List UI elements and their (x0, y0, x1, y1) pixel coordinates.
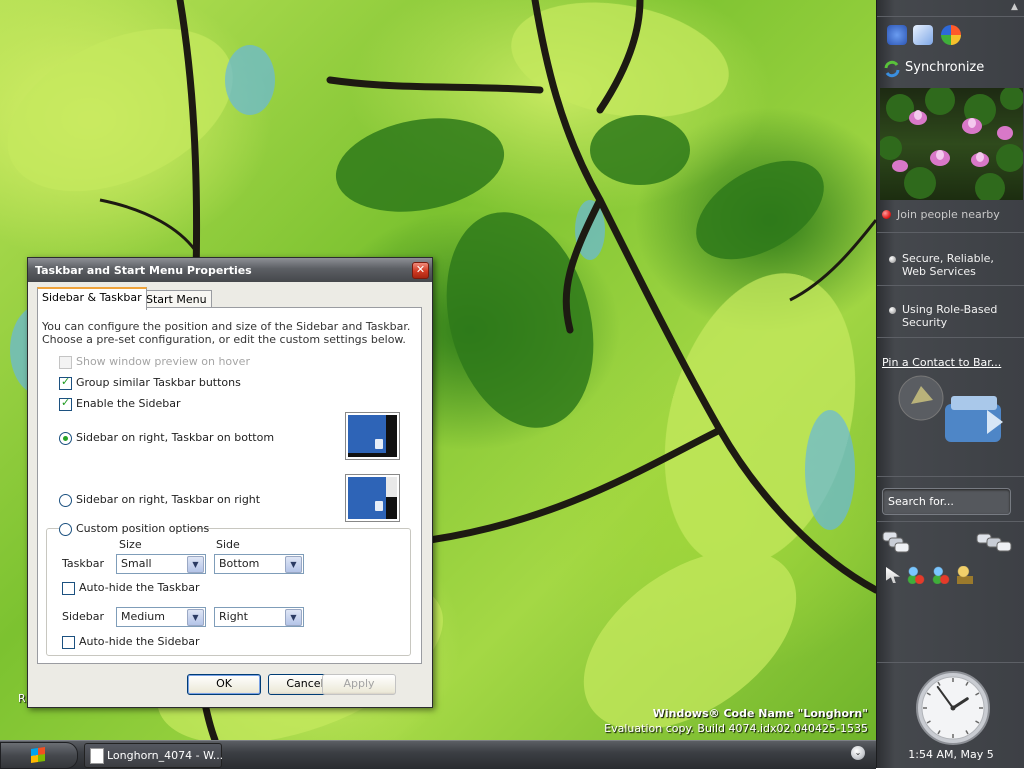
autohide-taskbar-checkbox[interactable] (62, 582, 75, 595)
sidebar-item-label-line1: Using Role-Based (902, 303, 998, 316)
search-input[interactable] (886, 492, 1008, 511)
sidebar-divider (877, 476, 1024, 477)
conversation-icon[interactable] (881, 530, 911, 554)
side-header: Side (216, 538, 240, 551)
join-people-label: Join people nearby (897, 208, 1000, 221)
tab-sidebar-taskbar[interactable]: Sidebar & Taskbar (37, 287, 147, 310)
sidebar-divider (877, 521, 1024, 522)
status-red-icon (882, 210, 891, 219)
checkbox-label: Show window preview on hover (76, 355, 250, 368)
sidebar-divider (877, 16, 1024, 17)
ie-icon[interactable] (887, 25, 907, 45)
sidebar-item-label-line1: Secure, Reliable, (902, 252, 994, 265)
select-value: Small (121, 557, 152, 570)
sidebar-divider (877, 285, 1024, 286)
radio-custom-row[interactable]: Custom position options (59, 522, 209, 537)
explorer-icon[interactable] (913, 25, 933, 45)
group-buttons-checkbox[interactable] (59, 375, 72, 390)
taskbar-button-label: Longhorn_4074 - W... (107, 749, 224, 762)
group-conversation-icon[interactable] (975, 532, 1013, 554)
taskbar-label: Taskbar (62, 557, 104, 570)
start-button[interactable] (0, 742, 78, 769)
show-preview-checkbox (59, 356, 72, 369)
intro-text: You can configure the position and size … (42, 320, 411, 346)
size-header: Size (119, 538, 142, 551)
taskbar-properties-dialog: Taskbar and Start Menu Properties ✕ Side… (27, 257, 433, 708)
select-value: Right (219, 610, 248, 623)
sidebar-divider (877, 337, 1024, 338)
slideshow-tile[interactable] (880, 88, 1023, 200)
sidebar-item-label-line2: Web Services (902, 265, 976, 278)
apply-button[interactable]: Apply (322, 674, 396, 695)
select-value: Bottom (219, 557, 260, 570)
dropdown-arrow-icon[interactable]: ▼ (187, 556, 204, 573)
bullet-icon (889, 256, 896, 263)
bullet-icon (889, 307, 896, 314)
radio-label: Custom position options (76, 522, 210, 535)
taskbar: Longhorn_4074 - W... ⌄ (0, 740, 876, 769)
cursor-icon[interactable] (886, 567, 900, 583)
dialog-title: Taskbar and Start Menu Properties (35, 264, 252, 277)
desktop-icon-label[interactable]: R (18, 692, 26, 705)
media-player-icon[interactable] (941, 25, 961, 45)
recycle-bin-icon (375, 501, 383, 511)
preview-right-right (345, 474, 400, 522)
document-icon (90, 748, 104, 764)
analog-clock[interactable] (915, 670, 991, 746)
preview-right-bottom (345, 412, 400, 460)
synchronize-label: Synchronize (905, 60, 985, 75)
dropdown-arrow-icon[interactable]: ▼ (285, 556, 302, 573)
key-icon[interactable] (957, 566, 973, 584)
synchronize-tile[interactable]: Synchronize (881, 56, 1021, 80)
radio-right-right[interactable] (59, 494, 72, 507)
enable-sidebar-checkbox[interactable] (59, 396, 72, 411)
people-offline-icon[interactable] (907, 566, 925, 584)
radio-label: Sidebar on right, Taskbar on bottom (76, 431, 275, 444)
autohide-sidebar-checkbox[interactable] (62, 636, 75, 649)
dropdown-arrow-icon[interactable]: ▼ (285, 609, 302, 626)
sidebar-side-select[interactable]: Right ▼ (214, 607, 304, 627)
lotus-photo (880, 88, 1023, 200)
taskbar-button-longhorn[interactable]: Longhorn_4074 - W... (84, 743, 224, 768)
close-button[interactable]: ✕ (412, 262, 429, 279)
checkbox-label: Group similar Taskbar buttons (76, 376, 241, 389)
sidebar-divider (877, 662, 1024, 663)
radio-right-bottom[interactable] (59, 432, 72, 445)
search-box[interactable] (882, 488, 1011, 515)
checkbox-label: Auto-hide the Taskbar (79, 581, 200, 594)
people-blocked-icon[interactable] (932, 566, 950, 584)
select-value: Medium (121, 610, 165, 623)
radio-label: Sidebar on right, Taskbar on right (76, 493, 261, 506)
checkbox-label: Enable the Sidebar (76, 397, 181, 410)
tray-expand-icon[interactable]: ⌄ (851, 746, 865, 760)
dropdown-arrow-icon[interactable]: ▼ (187, 609, 204, 626)
sidebar-scroll-up-icon[interactable]: ▲ (1011, 2, 1023, 14)
taskbar-size-select[interactable]: Small ▼ (116, 554, 206, 574)
dialog-titlebar[interactable]: Taskbar and Start Menu Properties ✕ (28, 258, 432, 282)
sync-icon (884, 60, 900, 78)
windows-logo-icon (31, 747, 45, 763)
checkbox-label: Auto-hide the Sidebar (79, 635, 200, 648)
sidebar-divider (877, 232, 1024, 233)
clock-text: 1:54 AM, May 5 (908, 748, 994, 761)
sidebar-size-select[interactable]: Medium ▼ (116, 607, 206, 627)
recycle-bin-icon (375, 439, 383, 449)
sidebar: ▲ Synchronize Join people nearby Secure,… (876, 0, 1024, 768)
sidebar-item-label-line2: Security (902, 316, 948, 329)
ok-button[interactable]: OK (187, 674, 261, 695)
radio-custom[interactable] (59, 523, 72, 536)
sidebar-label: Sidebar (62, 610, 105, 623)
taskbar-side-select[interactable]: Bottom ▼ (214, 554, 304, 574)
pin-contact-link[interactable]: Pin a Contact to Bar... (882, 356, 1001, 369)
contact-drop-icon[interactable] (891, 374, 1017, 454)
watermark-build: Evaluation copy. Build 4074.idx02.040425… (604, 722, 868, 735)
watermark-title: Windows® Code Name "Longhorn" (652, 707, 868, 720)
